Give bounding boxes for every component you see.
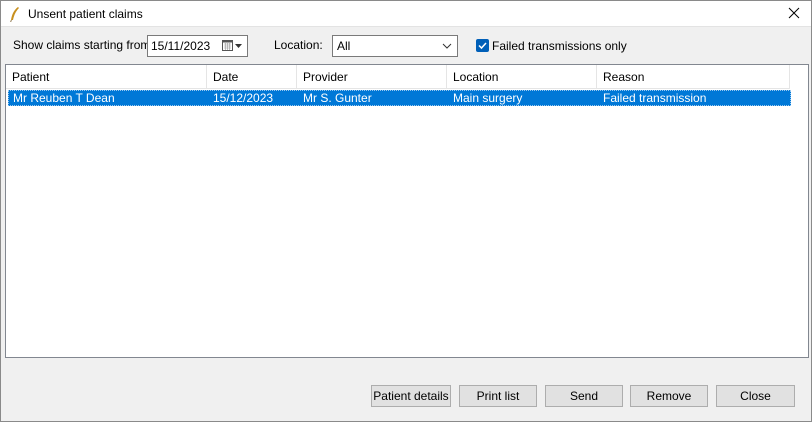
column-header-date[interactable]: Date	[207, 65, 297, 89]
column-header-reason[interactable]: Reason	[597, 65, 790, 89]
list-header: Patient Date Provider Location Reason	[6, 65, 790, 89]
failed-only-label[interactable]: Failed transmissions only	[492, 39, 627, 53]
cell-patient: Mr Reuben T Dean	[13, 91, 115, 105]
start-date-value[interactable]: 15/11/2023	[151, 39, 210, 53]
cell-location: Main surgery	[453, 91, 523, 105]
window-title: Unsent patient claims	[28, 7, 143, 21]
column-header-location[interactable]: Location	[447, 65, 597, 89]
location-select[interactable]: All	[332, 35, 458, 57]
failed-only-checkbox[interactable]	[476, 39, 489, 52]
cell-date: 15/12/2023	[213, 91, 274, 105]
column-header-patient[interactable]: Patient	[6, 65, 207, 89]
send-button[interactable]: Send	[545, 385, 623, 407]
quill-icon	[8, 6, 22, 22]
start-date-label: Show claims starting from:	[13, 38, 154, 52]
column-header-provider[interactable]: Provider	[297, 65, 447, 89]
title-bar: Unsent patient claims	[1, 1, 811, 27]
claims-list[interactable]: Patient Date Provider Location Reason Mr…	[5, 64, 809, 358]
checkmark-icon	[478, 42, 487, 50]
unsent-claims-dialog: Unsent patient claims Show claims starti…	[0, 0, 812, 422]
location-label: Location:	[274, 38, 323, 52]
calendar-dropdown-icon[interactable]	[222, 39, 244, 53]
table-row[interactable]: Mr Reuben T Dean 15/12/2023 Mr S. Gunter…	[8, 90, 791, 106]
location-selected-value[interactable]: All	[337, 39, 350, 53]
cell-provider: Mr S. Gunter	[303, 91, 372, 105]
chevron-down-icon[interactable]	[441, 40, 453, 52]
close-button[interactable]: Close	[716, 385, 795, 407]
close-icon[interactable]	[787, 6, 801, 20]
remove-button[interactable]: Remove	[630, 385, 708, 407]
start-date-picker[interactable]: 15/11/2023	[147, 35, 248, 57]
print-list-button[interactable]: Print list	[459, 385, 537, 407]
cell-reason: Failed transmission	[603, 91, 707, 105]
patient-details-button[interactable]: Patient details	[371, 385, 451, 407]
